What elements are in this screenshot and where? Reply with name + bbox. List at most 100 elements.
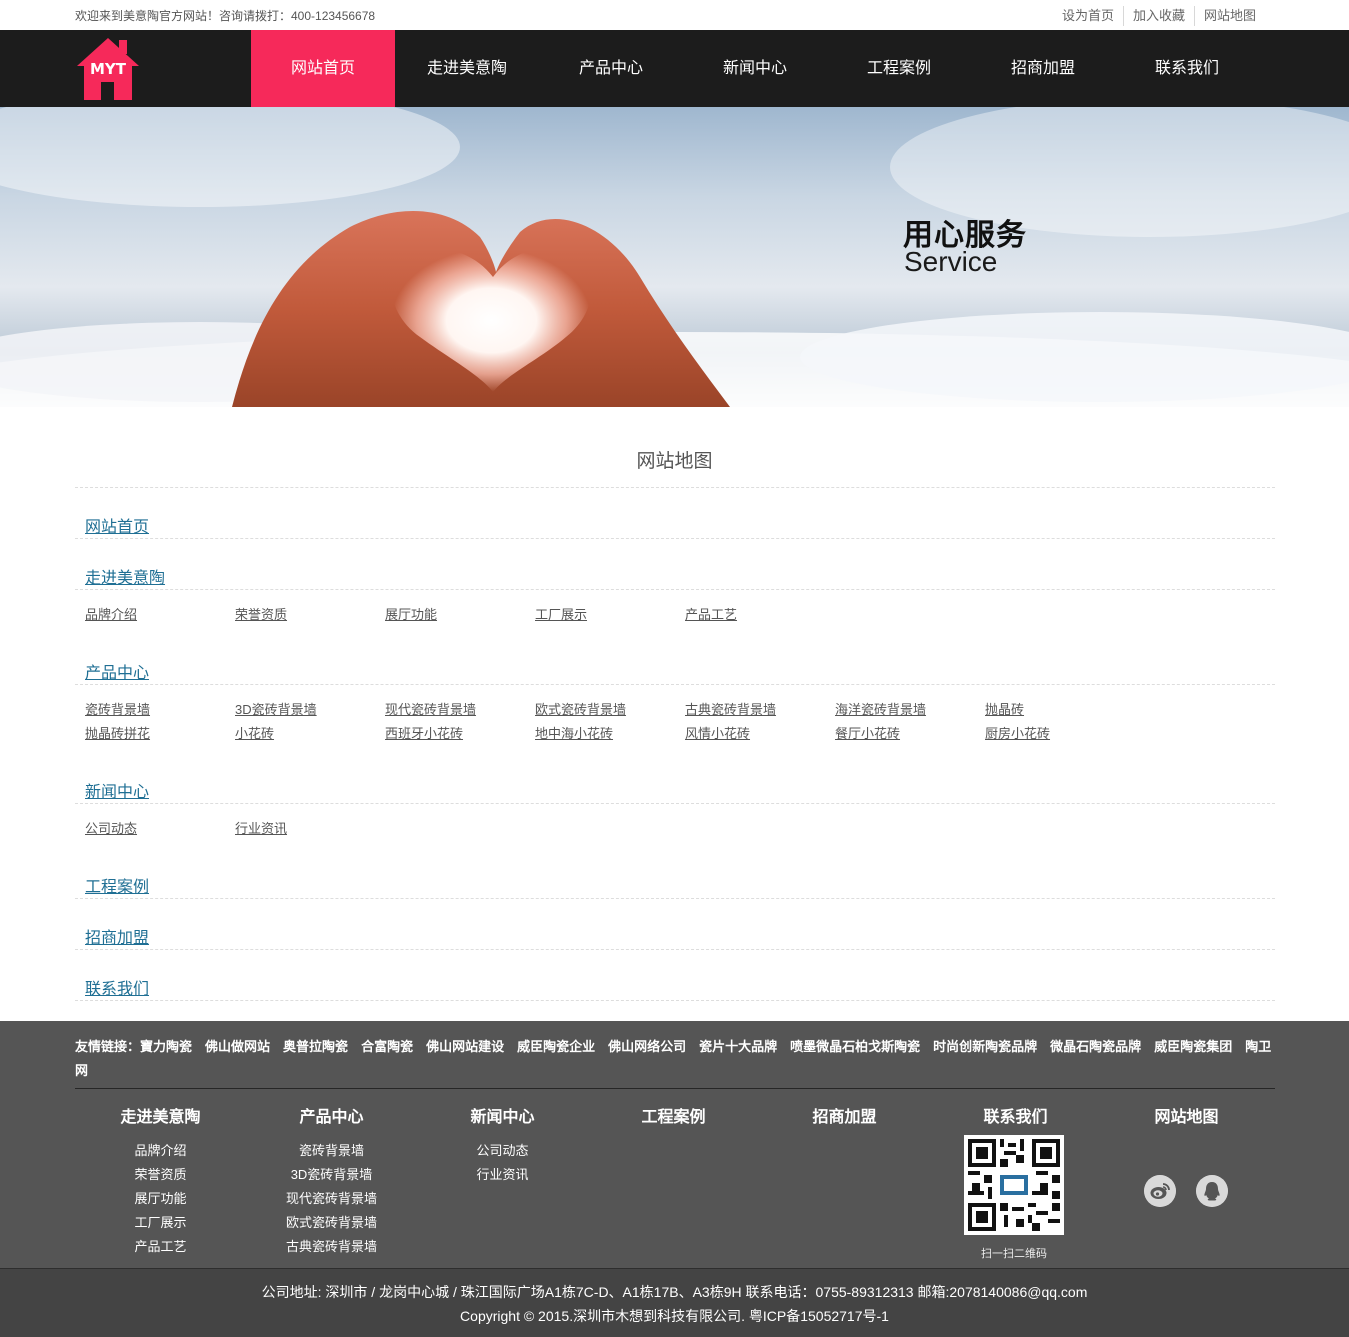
friend-link[interactable]: 喷墨微晶石柏戈斯陶瓷 bbox=[790, 1039, 920, 1054]
footer-link[interactable]: 行业资讯 bbox=[417, 1163, 588, 1187]
friend-link[interactable]: 威臣陶瓷企业 bbox=[517, 1039, 595, 1054]
sitemap-section-about[interactable]: 走进美意陶 bbox=[85, 564, 165, 588]
footer-link[interactable]: 品牌介绍 bbox=[75, 1139, 246, 1163]
sitemap-link-honors[interactable]: 荣誉资质 bbox=[235, 604, 287, 623]
add-favorite-link[interactable]: 加入收藏 bbox=[1122, 6, 1194, 26]
footer-col-title[interactable]: 产品中心 bbox=[246, 1103, 417, 1127]
friend-link[interactable]: 瓷片十大品牌 bbox=[699, 1039, 777, 1054]
divider bbox=[75, 803, 1275, 804]
logo-text: MYT bbox=[90, 60, 127, 78]
divider bbox=[75, 684, 1275, 685]
qr-code-image bbox=[964, 1135, 1064, 1235]
sitemap-product-link[interactable]: 地中海小花砖 bbox=[535, 723, 613, 742]
footer-link[interactable]: 3D瓷砖背景墙 bbox=[246, 1163, 417, 1187]
nav-home[interactable]: 网站首页 bbox=[251, 30, 395, 107]
sitemap-product-link[interactable]: 欧式瓷砖背景墙 bbox=[535, 699, 626, 718]
top-bar: 欢迎来到美意陶官方网站！咨询请拨打：400-123456678 设为首页 加入收… bbox=[0, 0, 1349, 30]
friend-links-label: 友情链接： bbox=[75, 1039, 141, 1054]
sitemap-product-link[interactable]: 抛晶砖拼花 bbox=[85, 723, 150, 742]
friend-link[interactable]: 寶力陶瓷 bbox=[140, 1039, 192, 1054]
sitemap-link-factory[interactable]: 工厂展示 bbox=[535, 604, 587, 623]
footer-col-title[interactable]: 联系我们 bbox=[930, 1103, 1101, 1127]
footer-link[interactable]: 荣誉资质 bbox=[75, 1163, 246, 1187]
sitemap-section-franchise[interactable]: 招商加盟 bbox=[85, 924, 149, 948]
sitemap-product-link[interactable]: 3D瓷砖背景墙 bbox=[235, 699, 317, 718]
footer-col-title[interactable]: 新闻中心 bbox=[417, 1103, 588, 1127]
copyright-bar: 公司地址: 深圳市 / 龙岗中心城 / 珠江国际广场A1栋7C-D、A1栋17B… bbox=[0, 1268, 1349, 1337]
footer-col-title[interactable]: 走进美意陶 bbox=[75, 1103, 246, 1127]
sitemap-link-industry-news[interactable]: 行业资讯 bbox=[235, 818, 287, 837]
logo-house-icon[interactable]: MYT bbox=[75, 36, 141, 102]
nav-products[interactable]: 产品中心 bbox=[539, 30, 683, 107]
nav-menu: 网站首页 走进美意陶 产品中心 新闻中心 工程案例 招商加盟 联系我们 bbox=[251, 30, 1259, 107]
sitemap-product-link[interactable]: 西班牙小花砖 bbox=[385, 723, 463, 742]
footer-link[interactable]: 公司动态 bbox=[417, 1139, 588, 1163]
footer-link[interactable]: 现代瓷砖背景墙 bbox=[246, 1187, 417, 1211]
sitemap-product-link[interactable]: 抛晶砖 bbox=[985, 699, 1024, 718]
footer-divider bbox=[75, 1088, 1275, 1089]
divider bbox=[75, 898, 1275, 899]
nav-contact[interactable]: 联系我们 bbox=[1115, 30, 1259, 107]
footer-link[interactable]: 工厂展示 bbox=[75, 1211, 246, 1235]
friend-link[interactable]: 时尚创新陶瓷品牌 bbox=[933, 1039, 1037, 1054]
footer-link[interactable]: 产品工艺 bbox=[75, 1235, 246, 1259]
sitemap-product-link[interactable]: 餐厅小花砖 bbox=[835, 723, 900, 742]
friend-link[interactable]: 微晶石陶瓷品牌 bbox=[1050, 1039, 1141, 1054]
sitemap-product-link[interactable]: 瓷砖背景墙 bbox=[85, 699, 150, 718]
sitemap-product-link[interactable]: 风情小花砖 bbox=[685, 723, 750, 742]
footer-col-sitemap: 网站地图 bbox=[1101, 1103, 1272, 1139]
divider bbox=[75, 589, 1275, 590]
weibo-icon[interactable] bbox=[1144, 1175, 1176, 1207]
footer-col-title[interactable]: 招商加盟 bbox=[759, 1103, 930, 1127]
sitemap-section-contact[interactable]: 联系我们 bbox=[85, 975, 149, 999]
divider bbox=[75, 1000, 1275, 1001]
sitemap-product-link[interactable]: 厨房小花砖 bbox=[985, 723, 1050, 742]
footer-link[interactable]: 展厅功能 bbox=[75, 1187, 246, 1211]
divider bbox=[75, 487, 1275, 488]
sitemap-link[interactable]: 网站地图 bbox=[1193, 6, 1265, 26]
sitemap-link-craft[interactable]: 产品工艺 bbox=[685, 604, 737, 623]
sitemap-product-link[interactable]: 海洋瓷砖背景墙 bbox=[835, 699, 926, 718]
friend-link[interactable]: 佛山做网站 bbox=[205, 1039, 270, 1054]
friend-link[interactable]: 奥普拉陶瓷 bbox=[283, 1039, 348, 1054]
divider bbox=[75, 538, 1275, 539]
divider bbox=[75, 949, 1275, 950]
sitemap-link-showroom[interactable]: 展厅功能 bbox=[385, 604, 437, 623]
footer-col-cases: 工程案例 bbox=[588, 1103, 759, 1139]
copyright-text: Copyright © 2015.深圳市木想到科技有限公司. 粤ICP备1505… bbox=[460, 1308, 889, 1324]
sitemap-section-home[interactable]: 网站首页 bbox=[85, 513, 149, 537]
nav-cases[interactable]: 工程案例 bbox=[827, 30, 971, 107]
sitemap-product-link[interactable]: 现代瓷砖背景墙 bbox=[385, 699, 476, 718]
footer-col-title[interactable]: 工程案例 bbox=[588, 1103, 759, 1127]
friend-links: 友情链接：寶力陶瓷 佛山做网站 奥普拉陶瓷 合富陶瓷 佛山网站建设 威臣陶瓷企业 佛山网络公… bbox=[75, 1035, 1275, 1083]
sitemap-link-company-news[interactable]: 公司动态 bbox=[85, 818, 137, 837]
footer-link[interactable]: 瓷砖背景墙 bbox=[246, 1139, 417, 1163]
footer-col-news: 新闻中心 公司动态 行业资讯 bbox=[417, 1103, 588, 1187]
footer-col-contact: 联系我们 bbox=[930, 1103, 1101, 1139]
company-address: 公司地址: 深圳市 / 龙岗中心城 / 珠江国际广场A1栋7C-D、A1栋17B… bbox=[261, 1284, 1088, 1300]
sitemap-link-brand[interactable]: 品牌介绍 bbox=[85, 604, 137, 623]
set-homepage-link[interactable]: 设为首页 bbox=[1053, 6, 1123, 26]
sitemap-section-products[interactable]: 产品中心 bbox=[85, 659, 149, 683]
footer-col-title[interactable]: 网站地图 bbox=[1101, 1103, 1272, 1127]
friend-link[interactable]: 威臣陶瓷集团 bbox=[1154, 1039, 1232, 1054]
page-title: 网站地图 bbox=[636, 451, 713, 472]
sitemap-section-news[interactable]: 新闻中心 bbox=[85, 778, 149, 802]
footer-link[interactable]: 古典瓷砖背景墙 bbox=[246, 1235, 417, 1259]
friend-link[interactable]: 佛山网站建设 bbox=[426, 1039, 504, 1054]
main-navbar: MYT 网站首页 走进美意陶 产品中心 新闻中心 工程案例 招商加盟 联系我们 bbox=[0, 30, 1349, 107]
nav-news[interactable]: 新闻中心 bbox=[683, 30, 827, 107]
qq-icon[interactable] bbox=[1196, 1175, 1228, 1207]
nav-franchise[interactable]: 招商加盟 bbox=[971, 30, 1115, 107]
friend-link[interactable]: 佛山网络公司 bbox=[608, 1039, 686, 1054]
friend-link[interactable]: 合富陶瓷 bbox=[361, 1039, 413, 1054]
nav-about[interactable]: 走进美意陶 bbox=[395, 30, 539, 107]
footer-link[interactable]: 欧式瓷砖背景墙 bbox=[246, 1211, 417, 1235]
sitemap-product-link[interactable]: 小花砖 bbox=[235, 723, 274, 742]
sitemap-product-link[interactable]: 古典瓷砖背景墙 bbox=[685, 699, 776, 718]
footer-col-products: 产品中心 瓷砖背景墙 3D瓷砖背景墙 现代瓷砖背景墙 欧式瓷砖背景墙 古典瓷砖背… bbox=[246, 1103, 417, 1259]
sitemap-section-cases[interactable]: 工程案例 bbox=[85, 873, 149, 897]
hero-banner: 用心服务 Service bbox=[0, 107, 1349, 407]
banner-heart-hands-image bbox=[0, 107, 1349, 407]
footer-col-franchise: 招商加盟 bbox=[759, 1103, 930, 1139]
